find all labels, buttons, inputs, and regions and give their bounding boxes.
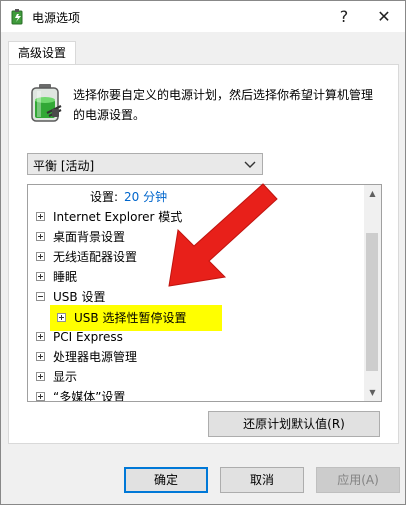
tree-scrollbar[interactable]: ▲ ▼ (364, 185, 381, 401)
expand-icon[interactable] (36, 332, 45, 341)
tree-item-label: PCI Express (53, 330, 123, 344)
expand-icon[interactable] (36, 232, 45, 241)
tree-item-label: “多媒体”设置 (53, 390, 126, 402)
power-options-window: 电源选项 ? ✕ 高级设置 选择你要自定义的电源计划，然后选择你希望计算机管理的… (0, 0, 406, 505)
tree-item-label: 无线适配器设置 (53, 250, 138, 264)
battery-icon (31, 84, 62, 122)
help-button[interactable]: ? (324, 1, 364, 32)
restore-defaults-button[interactable]: 还原计划默认值(R) (208, 411, 380, 437)
tab-advanced-settings[interactable]: 高级设置 (8, 41, 76, 65)
title-bar: 电源选项 ? ✕ (1, 1, 405, 32)
expand-icon[interactable] (36, 252, 45, 261)
tree-item-label: 处理器电源管理 (53, 350, 138, 364)
setting-value[interactable]: 20 分钟 (124, 187, 167, 207)
power-settings-tree[interactable]: 设置: 20 分钟 Internet Explorer 模式 桌面背景设置 无线… (27, 184, 382, 402)
scroll-down-icon[interactable]: ▼ (364, 384, 381, 401)
apply-button[interactable]: 应用(A) (316, 467, 400, 493)
scrollbar-thumb[interactable] (366, 233, 378, 371)
setting-prefix: 设置: (90, 190, 119, 204)
close-button[interactable]: ✕ (364, 1, 404, 32)
scroll-up-icon[interactable]: ▲ (364, 185, 381, 202)
expand-icon[interactable] (57, 313, 66, 322)
plan-description: 选择你要自定义的电源计划，然后选择你希望计算机管理的电源设置。 (73, 88, 374, 122)
power-plan-select-value: 平衡 [活动] (33, 159, 95, 173)
expand-icon[interactable] (36, 212, 45, 221)
tree-item-label: USB 设置 (53, 290, 106, 304)
ok-button[interactable]: 确定 (124, 467, 208, 493)
tree-item-label: USB 选择性暂停设置 (74, 311, 187, 325)
expand-icon[interactable] (36, 272, 45, 281)
tree-item-label: 显示 (53, 370, 78, 384)
tree-item-label: Internet Explorer 模式 (53, 210, 183, 224)
tree-item-label: 桌面背景设置 (53, 230, 126, 244)
tree-item-label: 睡眠 (53, 270, 78, 284)
power-plan-select[interactable]: 平衡 [活动] (27, 153, 263, 175)
window-title: 电源选项 (32, 11, 81, 25)
power-options-icon (11, 9, 23, 25)
collapse-icon[interactable] (36, 292, 45, 301)
expand-icon[interactable] (36, 352, 45, 361)
expand-icon[interactable] (36, 392, 45, 401)
expand-icon[interactable] (36, 372, 45, 381)
chevron-down-icon (244, 161, 256, 168)
cancel-button[interactable]: 取消 (220, 467, 304, 493)
